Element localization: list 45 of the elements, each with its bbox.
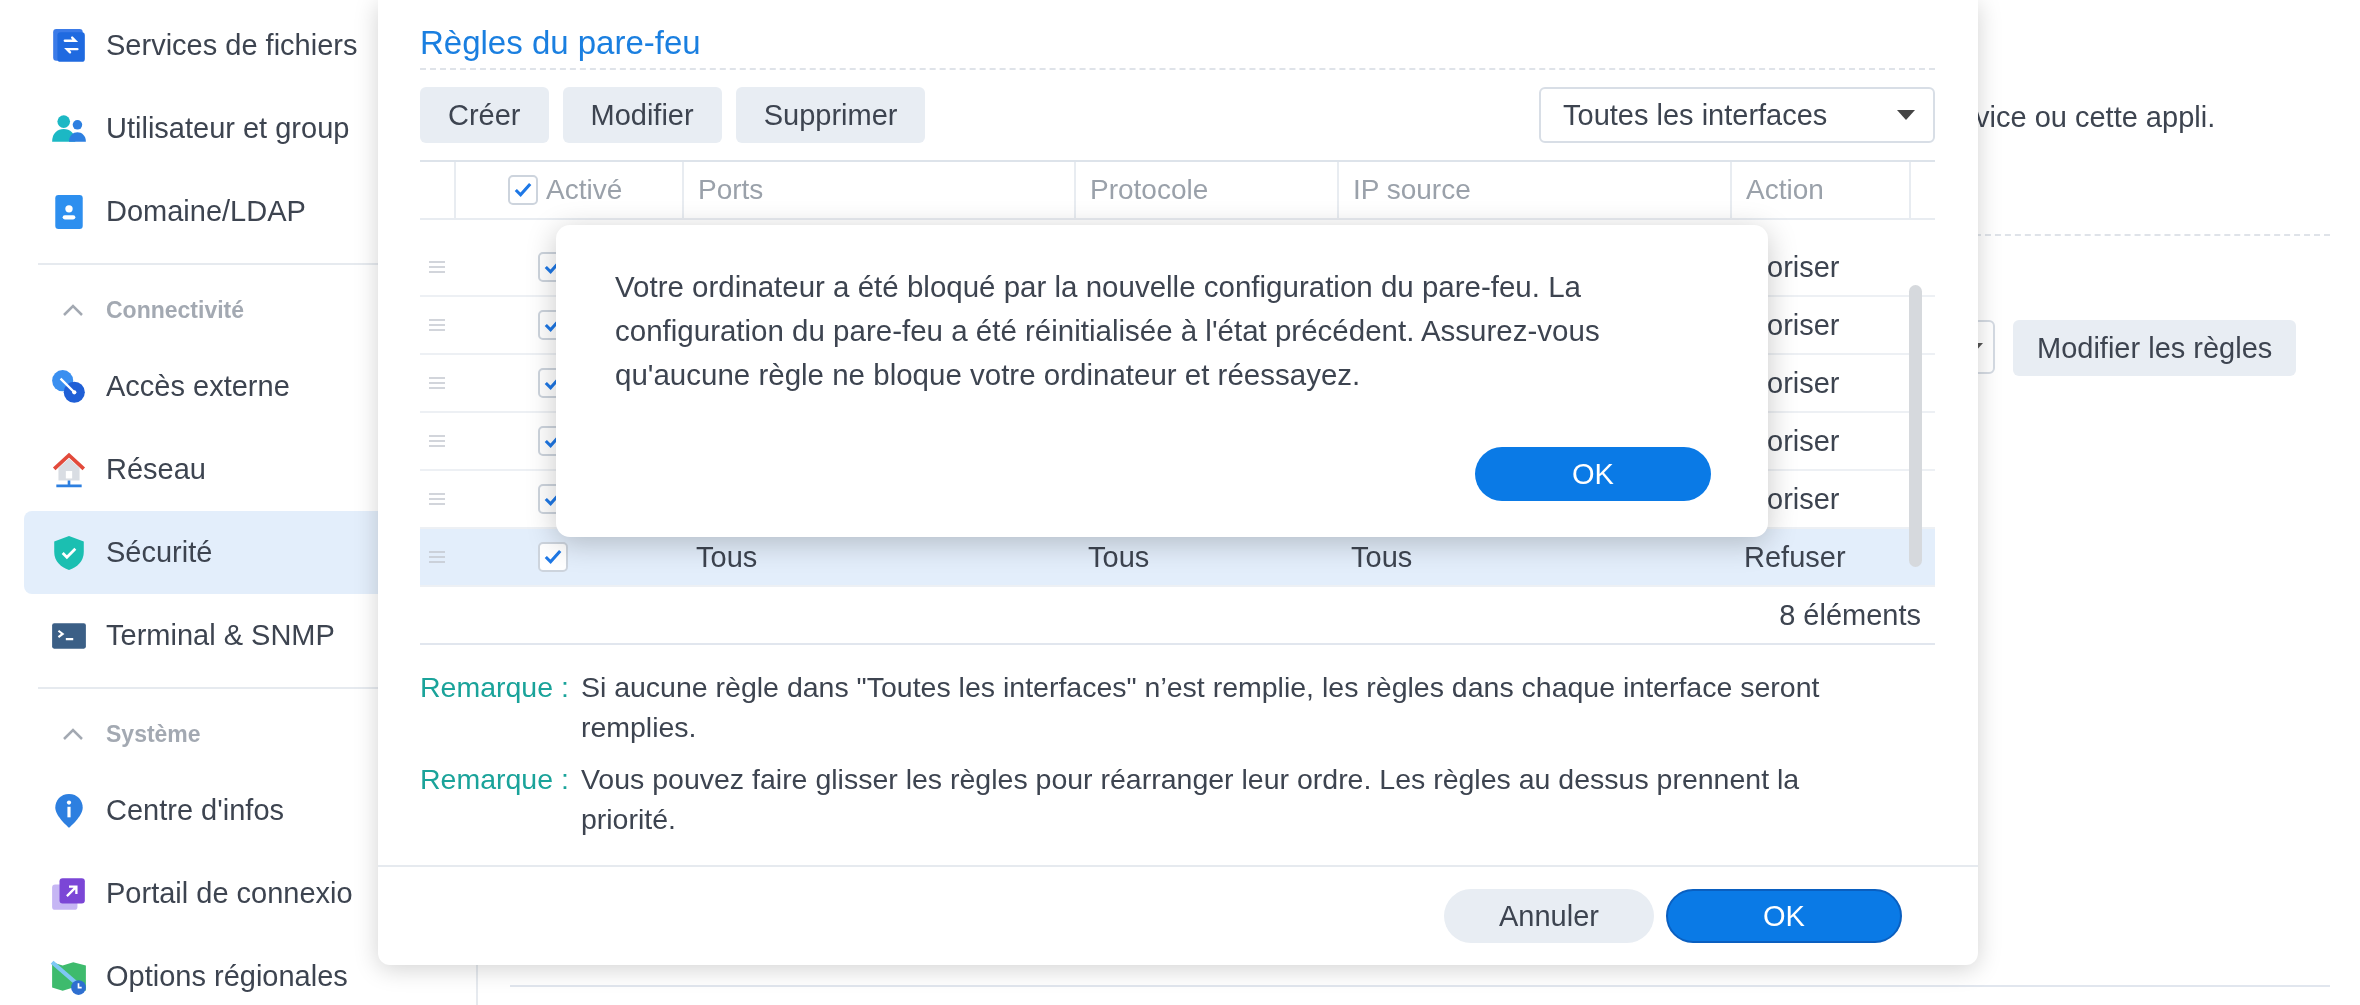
cancel-button[interactable]: Annuler [1444, 889, 1654, 943]
drag-handle-icon[interactable] [429, 435, 445, 447]
interface-select[interactable]: Toutes les interfaces [1539, 87, 1935, 143]
table-cell: Refuser [1744, 540, 1846, 574]
table-cell: oriser [1767, 482, 1840, 516]
section-header: Connectivité [106, 296, 245, 324]
description-text: vice ou cette appli. [1975, 101, 2217, 134]
table-cell: Tous [696, 540, 758, 574]
table-cell: oriser [1767, 308, 1840, 342]
drag-handle-icon[interactable] [429, 319, 445, 331]
chevron-up-icon[interactable] [62, 727, 84, 741]
drag-handle-icon[interactable] [429, 261, 445, 273]
table-cell: Tous [1088, 540, 1150, 574]
checkbox[interactable] [508, 175, 538, 205]
toolbar-button[interactable]: Supprimer [735, 87, 926, 143]
alert-message: Votre ordinateur a été bloqué par la nouvelle configuration du pare-feu. La configuration du pare-feu a été réinitialisée à l'état précédent. Assurez-vous qu'aucune règle ne bloque votre ordinateur et réessayez. [615, 269, 1601, 393]
checkbox[interactable] [538, 542, 568, 572]
item-count: 8 éléments [1779, 598, 1921, 632]
scrollbar[interactable] [1909, 285, 1922, 567]
ok-button[interactable]: OK [1666, 889, 1902, 943]
toolbar-button[interactable]: Modifier [562, 87, 722, 143]
dialog-title: Règles du pare-feu [420, 0, 1935, 70]
table-cell: oriser [1767, 366, 1840, 400]
toolbar-button[interactable]: Créer [420, 87, 549, 143]
sidebar-item[interactable]: Réseau [24, 428, 476, 511]
note-text: Vous pouvez faire glisser les règles pour réarranger leur ordre. Les règles au dessus prennent la priorité. [580, 762, 1801, 837]
note-text: Si aucune règle dans "Toutes les interfaces" n’est remplie, les règles dans chaque interface seront remplies. [580, 670, 1821, 745]
ok-button[interactable]: OK [1475, 447, 1711, 501]
sidebar-item[interactable]: Accès externe [24, 345, 476, 428]
table-cell: oriser [1767, 250, 1840, 284]
chevron-up-icon[interactable] [62, 303, 84, 317]
drag-handle-icon[interactable] [429, 551, 445, 563]
table-cell: oriser [1767, 424, 1840, 458]
sidebar-item[interactable]: Domaine/LDAP [24, 170, 476, 253]
edit-rules-button[interactable]: Modifier les règles [2013, 320, 2297, 376]
drag-handle-icon[interactable] [429, 493, 445, 505]
section-header: Système [106, 720, 201, 748]
sidebar-item[interactable]: Portail de connexio [24, 852, 476, 935]
file-transfer-icon [50, 26, 88, 65]
house-network-icon [50, 450, 88, 489]
note-label: Remarque : [420, 762, 569, 797]
caret-icon [1897, 110, 1915, 120]
sidebar-item[interactable]: Options régionales [24, 935, 476, 1005]
table-cell: Tous [1351, 540, 1413, 574]
drag-handle-icon[interactable] [429, 377, 445, 389]
